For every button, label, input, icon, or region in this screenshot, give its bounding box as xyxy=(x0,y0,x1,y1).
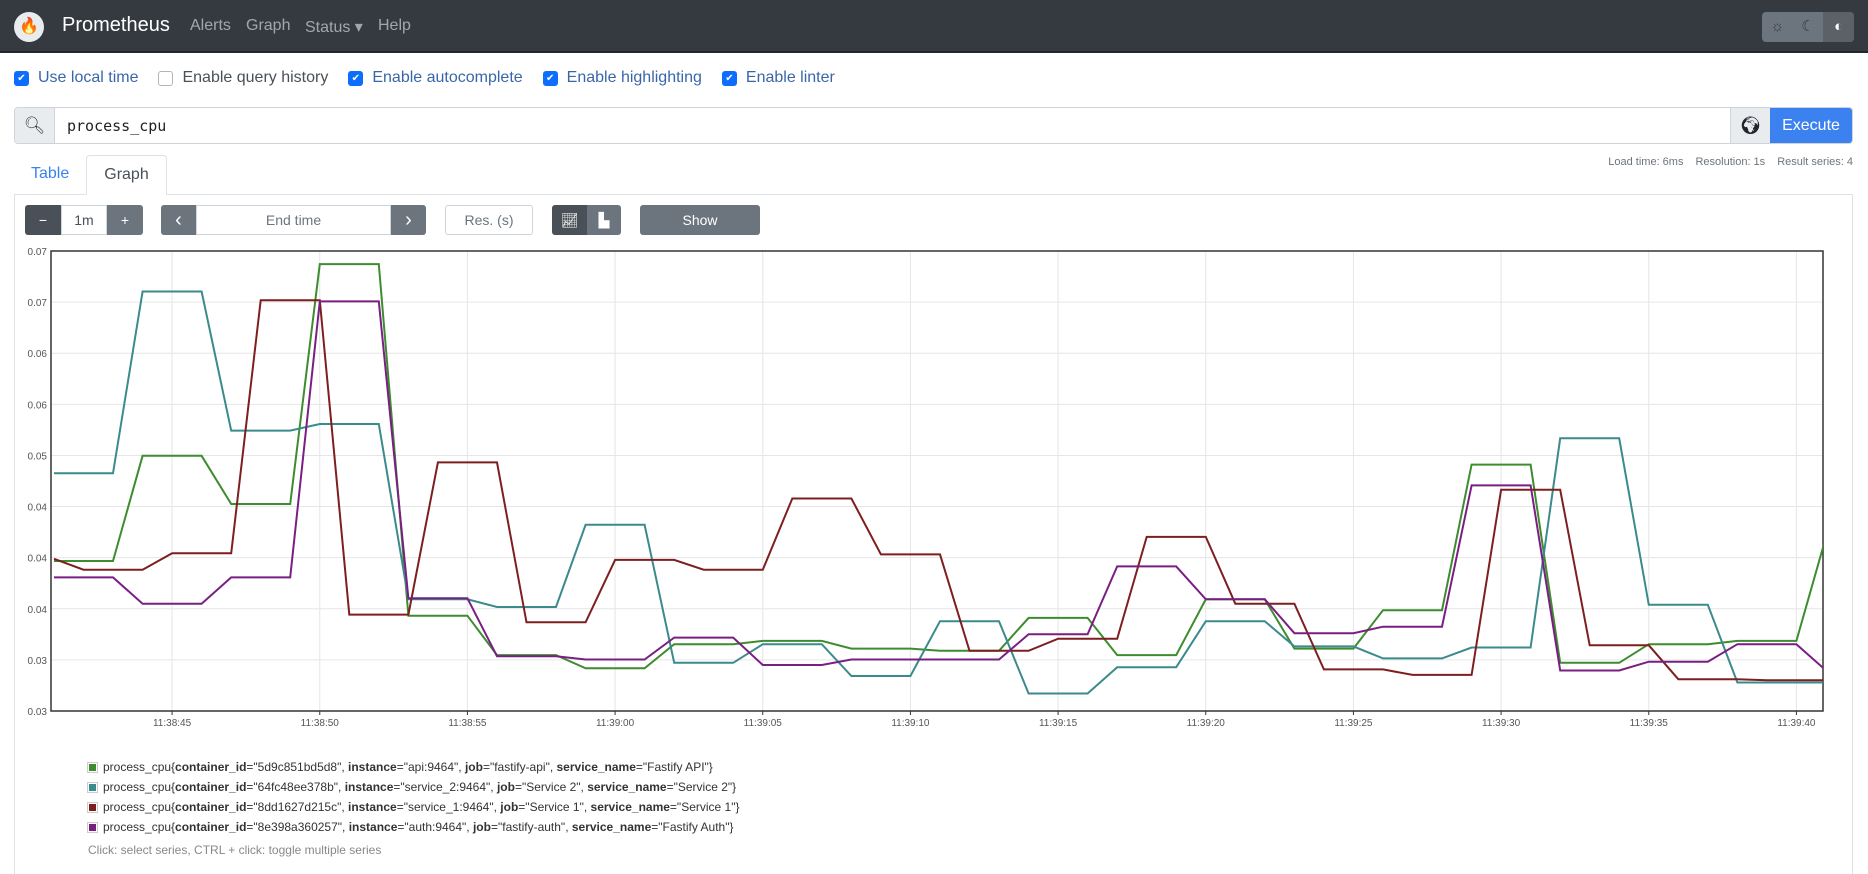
show-exemplars-button[interactable]: Show Exemplars xyxy=(640,205,760,258)
x-tick-label: 11:39:20 xyxy=(1187,718,1226,729)
range-control: − 1m + xyxy=(25,205,143,235)
metrics-explorer-globe-icon[interactable]: 🌍︎ xyxy=(1730,108,1770,143)
search-icon: 🔍︎ xyxy=(15,108,55,143)
x-tick-label: 11:38:45 xyxy=(153,718,192,729)
increase-range-button[interactable]: + xyxy=(107,205,143,235)
legend-label: process_cpu{container_id="8e398a360257",… xyxy=(103,820,734,834)
end-time-input[interactable]: End time xyxy=(196,205,391,235)
legend-swatch xyxy=(87,801,98,813)
resolution-input[interactable]: Res. (s) xyxy=(445,205,533,235)
range-input[interactable]: 1m xyxy=(61,205,107,235)
y-tick-label: 0.04 xyxy=(28,554,48,565)
legend-label: process_cpu{container_id="5d9c851bd5d8",… xyxy=(103,760,713,774)
y-tick-label: 0.04 xyxy=(28,605,48,616)
option-label: Use local time xyxy=(38,69,139,86)
y-tick-label: 0.06 xyxy=(28,349,48,360)
x-tick-label: 11:39:30 xyxy=(1482,718,1521,729)
x-tick-label: 11:39:25 xyxy=(1334,718,1373,729)
option-linter[interactable]: ✔ Enable linter xyxy=(721,69,835,87)
chart-type-toggle: 📈︎ ▙ xyxy=(552,205,621,235)
y-tick-label: 0.06 xyxy=(28,400,48,411)
nav-graph[interactable]: Graph xyxy=(246,17,290,35)
tabs: Table Graph xyxy=(14,155,167,195)
legend-label: process_cpu{container_id="64fc48ee378b",… xyxy=(103,780,737,794)
legend-item[interactable]: process_cpu{container_id="8dd1627d215c",… xyxy=(87,797,740,817)
query-stats: Load time: 6ms Resolution: 1s Result ser… xyxy=(1608,156,1853,168)
y-tick-label: 0.04 xyxy=(28,503,48,514)
legend-swatch xyxy=(87,781,98,793)
sun-icon[interactable]: ☼ xyxy=(1762,12,1793,42)
x-tick-label: 11:39:35 xyxy=(1630,718,1669,729)
x-tick-label: 11:39:10 xyxy=(891,718,930,729)
prometheus-logo-icon[interactable]: 🔥 xyxy=(14,12,44,42)
tab-table[interactable]: Table xyxy=(14,155,86,195)
line-chart-icon[interactable]: 📈︎ xyxy=(552,205,587,235)
option-label: Enable query history xyxy=(182,69,329,86)
x-tick-label: 11:38:50 xyxy=(301,718,340,729)
y-tick-label: 0.03 xyxy=(28,656,48,667)
moon-icon[interactable]: ☾ xyxy=(1793,12,1824,42)
legend-item[interactable]: process_cpu{container_id="8e398a360257",… xyxy=(87,817,740,837)
resolution: Resolution: 1s xyxy=(1695,156,1766,168)
stacked-chart-icon[interactable]: ▙ xyxy=(587,205,621,235)
checkbox-unchecked[interactable] xyxy=(158,70,174,86)
load-time: Load time: 6ms xyxy=(1608,156,1684,168)
query-bar: 🔍︎ 🌍︎ Execute xyxy=(14,107,1853,144)
y-tick-label: 0.05 xyxy=(28,451,48,462)
y-tick-label: 0.03 xyxy=(28,707,48,718)
tab-graph[interactable]: Graph xyxy=(86,155,167,195)
result-series: Result series: 4 xyxy=(1777,156,1853,168)
contrast-icon[interactable]: ◐ xyxy=(1823,12,1854,42)
exemplars-control: Show Exemplars xyxy=(640,205,760,258)
option-label: Enable linter xyxy=(745,69,835,86)
option-autocomplete[interactable]: ✔ Enable autocomplete xyxy=(348,69,523,87)
option-use-local-time[interactable]: ✔ Use local time xyxy=(14,69,138,87)
legend-hint: Click: select series, CTRL + click: togg… xyxy=(88,843,382,857)
x-tick-label: 11:39:05 xyxy=(744,718,783,729)
x-tick-label: 11:39:15 xyxy=(1039,718,1078,729)
decrease-range-button[interactable]: − xyxy=(25,205,61,235)
legend-label: process_cpu{container_id="8dd1627d215c",… xyxy=(103,800,740,814)
option-label: Enable highlighting xyxy=(566,69,702,86)
navbar: 🔥 Prometheus Alerts Graph Status ▾ Help … xyxy=(0,0,1868,53)
checkbox-checked[interactable]: ✔ xyxy=(542,70,558,86)
nav-help[interactable]: Help xyxy=(378,17,411,35)
y-tick-label: 0.07 xyxy=(28,247,48,258)
checkbox-checked[interactable]: ✔ xyxy=(14,70,29,86)
x-tick-label: 11:38:55 xyxy=(448,718,487,729)
query-input[interactable] xyxy=(55,108,1730,143)
x-tick-label: 11:39:40 xyxy=(1777,718,1816,729)
options-bar: ✔ Use local time Enable query history ✔ En… xyxy=(14,69,855,87)
execute-button[interactable]: Execute xyxy=(1770,108,1852,143)
chevron-left-icon[interactable]: ‹ xyxy=(161,205,196,235)
option-highlighting[interactable]: ✔ Enable highlighting xyxy=(542,69,702,87)
legend-item[interactable]: process_cpu{container_id="64fc48ee378b",… xyxy=(87,777,740,797)
option-label: Enable autocomplete xyxy=(372,69,523,86)
option-query-history[interactable]: Enable query history xyxy=(158,69,328,87)
legend-item[interactable]: process_cpu{container_id="5d9c851bd5d8",… xyxy=(87,757,740,777)
nav-alerts[interactable]: Alerts xyxy=(190,17,231,35)
graph-chart[interactable]: 0.03 0.03 0.04 0.04 0.04 0.05 0.06 0.06 0.07 0.07… xyxy=(0,240,1868,740)
legend: process_cpu{container_id="5d9c851bd5d8",… xyxy=(87,757,740,837)
nav-status[interactable]: Status ▾ xyxy=(305,17,363,37)
checkbox-checked[interactable]: ✔ xyxy=(721,70,737,86)
x-tick-label: 11:39:00 xyxy=(596,718,635,729)
brand[interactable]: Prometheus xyxy=(62,14,170,37)
resolution-control: Res. (s) xyxy=(445,205,533,235)
chevron-right-icon[interactable]: › xyxy=(391,205,426,235)
checkbox-checked[interactable]: ✔ xyxy=(348,70,364,86)
theme-toggle: ☼ ☾ ◐ xyxy=(1762,12,1854,42)
end-time-control: ‹ End time › xyxy=(161,205,426,235)
legend-swatch xyxy=(87,761,98,773)
y-tick-label: 0.07 xyxy=(28,298,48,309)
legend-swatch xyxy=(87,821,98,833)
